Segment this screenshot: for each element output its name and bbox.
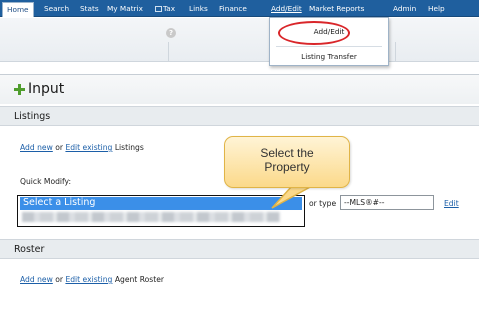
nav-market-reports[interactable]: Market Reports [309, 2, 364, 17]
dropdown-item-listing-transfer[interactable]: Listing Transfer [270, 52, 388, 61]
roster-section-title: Roster [14, 244, 45, 255]
roster-suffix: Agent Roster [114, 275, 165, 284]
listings-links-line: Add new or Edit existing Listings [20, 143, 144, 152]
toolbar-divider [395, 42, 396, 62]
mls-number-input[interactable] [340, 195, 434, 210]
listings-suffix: Listings [114, 143, 144, 152]
callout-line-2: Property [264, 160, 310, 174]
callout-text: Select the Property [224, 146, 350, 174]
nav-stats[interactable]: Stats [80, 2, 99, 17]
edit-existing-roster-link[interactable]: Edit existing [65, 275, 112, 284]
nav-help[interactable]: Help [428, 2, 445, 17]
edit-existing-listing-link[interactable]: Edit existing [65, 143, 112, 152]
edit-link[interactable]: Edit [444, 199, 459, 208]
input-header [0, 74, 479, 104]
roster-section-bar [0, 239, 479, 259]
toolbar-divider [168, 42, 169, 62]
highlight-ring [278, 21, 350, 45]
or-type-label: or type [309, 199, 337, 208]
nav-tax[interactable]: Tax [155, 2, 175, 17]
listing-select-option[interactable]: Select a Listing [20, 197, 302, 210]
toolbar [0, 18, 479, 62]
plus-icon [14, 84, 25, 95]
listings-section-bar [0, 106, 479, 126]
listings-section-title: Listings [14, 111, 51, 122]
quick-modify-label: Quick Modify: [20, 177, 72, 186]
help-icon[interactable]: ? [166, 28, 176, 38]
nav-admin[interactable]: Admin [393, 2, 416, 17]
add-new-roster-link[interactable]: Add new [20, 275, 53, 284]
or-text: or [55, 275, 64, 284]
tax-icon [155, 6, 162, 12]
nav-home[interactable]: Home [2, 2, 34, 17]
nav-add-edit[interactable]: Add/Edit [271, 2, 302, 17]
or-text: or [55, 143, 64, 152]
dropdown-divider [276, 46, 382, 47]
nav-my-matrix[interactable]: My Matrix [107, 2, 143, 17]
roster-links-line: Add new or Edit existing Agent Roster [20, 275, 164, 284]
listing-option-blurred[interactable] [22, 212, 280, 222]
add-new-listing-link[interactable]: Add new [20, 143, 53, 152]
page-title: Input [28, 81, 65, 97]
callout-line-1: Select the [260, 146, 314, 160]
nav-finance[interactable]: Finance [219, 2, 247, 17]
top-nav: Home Search Stats My Matrix Tax Links Fi… [0, 0, 479, 17]
nav-search[interactable]: Search [44, 2, 69, 17]
nav-links[interactable]: Links [189, 2, 208, 17]
nav-tax-label: Tax [163, 4, 176, 13]
